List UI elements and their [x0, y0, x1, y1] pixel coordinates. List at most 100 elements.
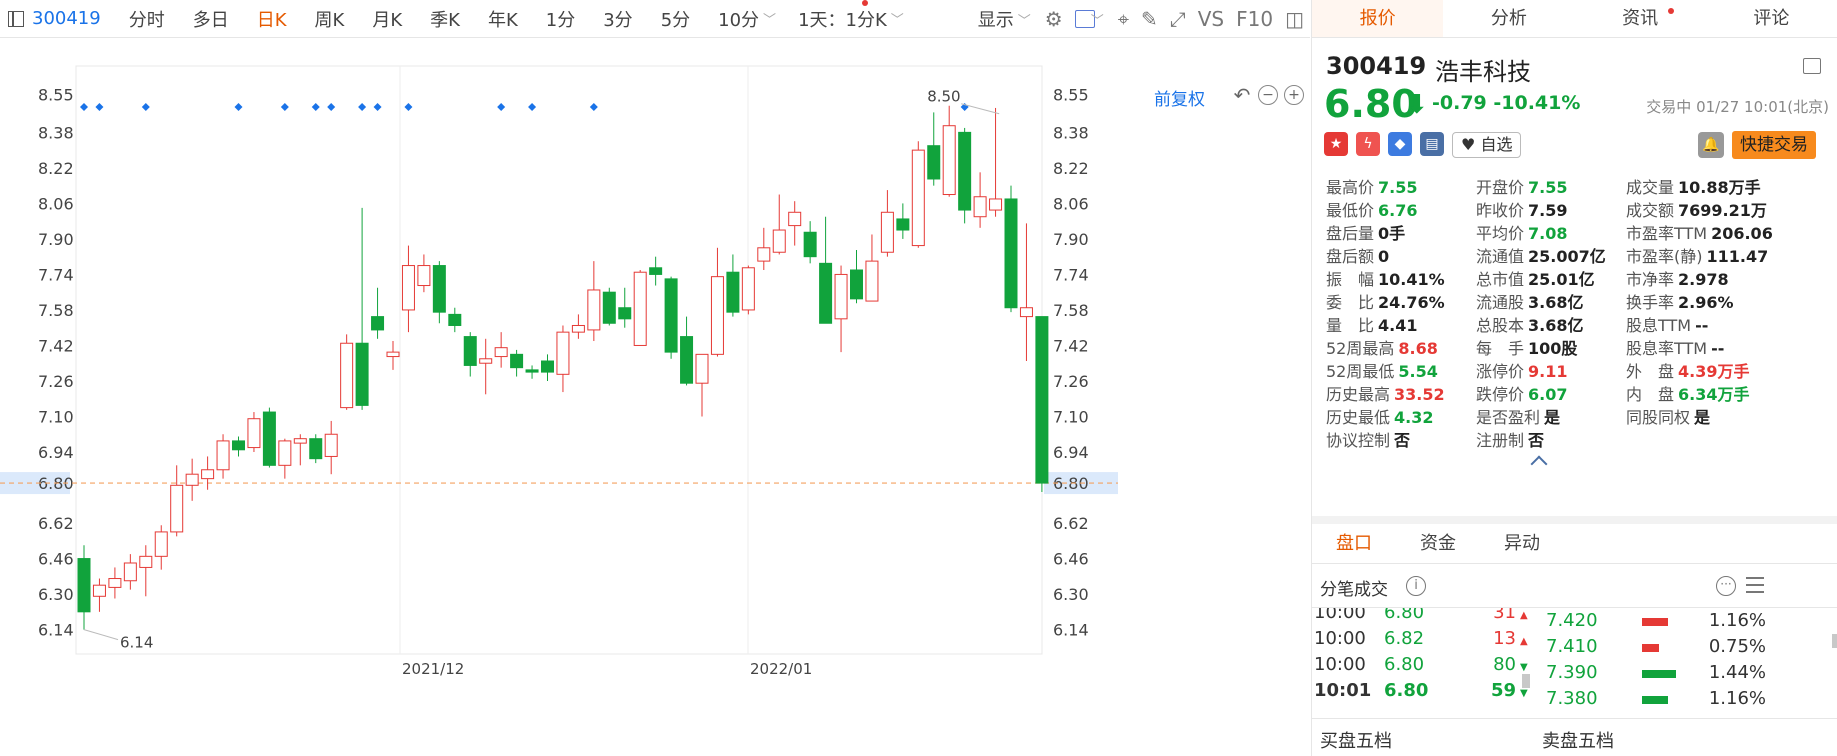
candle-body[interactable]	[880, 211, 894, 253]
candle-body[interactable]	[401, 265, 415, 311]
kline-chart[interactable]: 8.55 8.55 8.38 8.38 8.22 8.22 8.06 8.06 7.90 7.90…	[0, 38, 1310, 756]
candle-body[interactable]	[1019, 307, 1033, 318]
candle-body[interactable]	[989, 198, 1003, 211]
tab-fenshi[interactable]: 分时	[129, 6, 165, 32]
tab-1min[interactable]: 1分	[546, 6, 575, 32]
candle-body[interactable]	[680, 336, 694, 384]
candle-body[interactable]	[726, 271, 740, 313]
tab-capital[interactable]: 资金	[1396, 524, 1480, 563]
candle-body[interactable]	[232, 440, 245, 451]
tab-quote[interactable]: 报价	[1312, 0, 1444, 37]
candle-body[interactable]	[247, 418, 261, 449]
candle-body[interactable]	[185, 473, 199, 486]
candle-body[interactable]	[1004, 198, 1018, 309]
candle-body[interactable]	[541, 360, 554, 373]
bell-icon[interactable]: 🔔	[1698, 132, 1724, 158]
candle-body[interactable]	[587, 289, 601, 331]
tab-3min[interactable]: 3分	[603, 6, 632, 32]
candle-body[interactable]	[695, 353, 709, 384]
period-select[interactable]: 1天：1分K	[798, 6, 887, 32]
tab-multiday[interactable]: 多日	[193, 6, 229, 32]
chevron-down-icon[interactable]: ﹀	[763, 9, 776, 28]
candle-body[interactable]	[386, 351, 400, 358]
event-marker-icon[interactable]	[311, 103, 320, 111]
sidebar-toggle-icon[interactable]	[8, 10, 24, 27]
candle-body[interactable]	[896, 218, 910, 231]
candle-body[interactable]	[741, 267, 755, 311]
candle-body[interactable]	[618, 307, 632, 320]
candle-body[interactable]	[371, 316, 385, 331]
event-marker-icon[interactable]	[141, 103, 150, 111]
event-marker-icon[interactable]	[95, 103, 104, 111]
candle-body[interactable]	[834, 273, 848, 320]
tab-daily-k[interactable]: 日K	[257, 6, 287, 32]
event-marker-icon[interactable]	[80, 103, 88, 111]
candle-body[interactable]	[571, 324, 585, 333]
candle-body[interactable]	[942, 125, 956, 196]
quick-trade-button[interactable]: 快捷交易	[1732, 131, 1816, 159]
bookmark-icon[interactable]: ▤	[1420, 132, 1444, 156]
event-marker-icon[interactable]	[528, 103, 537, 111]
event-marker-icon[interactable]	[373, 103, 382, 111]
adjust-toggle[interactable]: 前复权	[1154, 85, 1205, 110]
menu-icon[interactable]	[1803, 58, 1821, 74]
event-marker-icon[interactable]	[358, 103, 367, 111]
candle-body[interactable]	[494, 347, 508, 358]
candle-body[interactable]	[649, 267, 663, 275]
candle-body[interactable]	[788, 211, 802, 227]
candle-body[interactable]	[958, 131, 972, 211]
candle-body[interactable]	[1035, 316, 1049, 484]
candle-body[interactable]	[633, 271, 647, 346]
candle-body[interactable]	[417, 265, 431, 287]
tab-weekly-k[interactable]: 周K	[315, 6, 345, 32]
event-marker-icon[interactable]	[404, 103, 413, 111]
tab-yearly-k[interactable]: 年K	[488, 6, 518, 32]
candle-body[interactable]	[92, 584, 106, 597]
tab-quarterly-k[interactable]: 季K	[430, 6, 460, 32]
event-marker-icon[interactable]	[497, 103, 506, 111]
china-flag-icon[interactable]: ★	[1324, 132, 1348, 156]
fullscreen-icon[interactable]: ⤢	[1170, 7, 1186, 31]
candle-body[interactable]	[850, 269, 863, 300]
display-menu[interactable]: 显示	[978, 6, 1014, 32]
candle-body[interactable]	[710, 276, 724, 355]
undo-icon[interactable]: ↶	[1232, 83, 1252, 107]
candle-body[interactable]	[340, 342, 354, 409]
candle-body[interactable]	[927, 145, 941, 180]
candle-body[interactable]	[463, 336, 477, 366]
candle-body[interactable]	[448, 313, 462, 326]
event-marker-icon[interactable]	[280, 103, 289, 111]
event-marker-icon[interactable]	[327, 103, 336, 111]
candle-body[interactable]	[201, 469, 215, 480]
tab-5min[interactable]: 5分	[661, 6, 690, 32]
more-icon[interactable]: ···	[1716, 576, 1736, 596]
candle-body[interactable]	[77, 558, 91, 613]
f10-button[interactable]: F10	[1236, 7, 1273, 31]
event-marker-icon[interactable]	[589, 103, 598, 111]
tab-order-book[interactable]: 盘口	[1312, 524, 1396, 563]
candle-body[interactable]	[525, 369, 539, 373]
candle-body[interactable]	[355, 342, 369, 406]
candle-body[interactable]	[510, 353, 524, 369]
info-icon[interactable]: i	[1406, 576, 1426, 596]
candle-body[interactable]	[139, 555, 153, 568]
ticks-list[interactable]: 10:00 6.80 31 ▲ 10:00 6.82 13 ▲ 10:00 6.80 80 ▼ 10:0…	[1312, 608, 1837, 718]
chevron-down-icon[interactable]: ﹀	[891, 9, 904, 28]
chevron-down-icon[interactable]: ﹀	[1091, 10, 1104, 29]
vs-button[interactable]: VS	[1198, 7, 1224, 31]
camera-icon[interactable]: ⌖	[1118, 7, 1129, 31]
candle-body[interactable]	[664, 278, 678, 353]
candle-body[interactable]	[262, 411, 276, 466]
gear-icon[interactable]: ⚙	[1045, 7, 1063, 31]
tab-monthly-k[interactable]: 月K	[372, 6, 402, 32]
candle-body[interactable]	[216, 440, 230, 471]
panel-toggle-icon[interactable]: ◫	[1285, 7, 1304, 31]
pen-icon[interactable]: ✎	[1141, 7, 1158, 31]
event-marker-icon[interactable]	[234, 103, 243, 111]
candle-body[interactable]	[602, 291, 616, 324]
tab-analysis[interactable]: 分析	[1443, 0, 1574, 37]
tab-anomaly[interactable]: 异动	[1480, 524, 1564, 563]
candle-body[interactable]	[293, 438, 307, 444]
candle-body[interactable]	[772, 229, 786, 253]
candle-body[interactable]	[803, 231, 817, 258]
